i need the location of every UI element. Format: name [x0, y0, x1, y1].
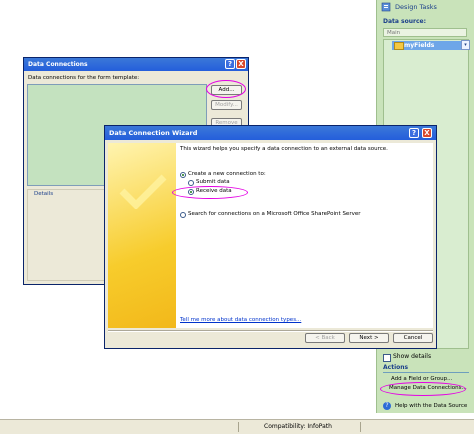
checkmark-icon [119, 174, 167, 209]
status-bar: Compatibility: InfoPath [0, 419, 474, 434]
status-divider [238, 422, 239, 432]
modify-button[interactable]: Modify... [211, 100, 242, 110]
actions-divider [383, 372, 469, 373]
help-icon[interactable]: ? [383, 402, 391, 410]
show-details-label[interactable]: Show details [393, 353, 431, 360]
dialog-title: Data Connections [28, 61, 88, 68]
sharepoint-search-radio[interactable] [180, 212, 186, 218]
dialog-titlebar[interactable]: Data Connections ? X [24, 58, 248, 71]
connections-list-label: Data connections for the form template: [28, 75, 140, 81]
data-source-select[interactable]: Main [383, 28, 467, 37]
close-button[interactable]: X [422, 128, 432, 138]
tell-me-more-link[interactable]: Tell me more about data connection types… [180, 317, 301, 323]
wizard-banner [108, 143, 176, 328]
wizard-title: Data Connection Wizard [109, 129, 198, 137]
wizard-intro: This wizard helps you specify a data con… [180, 146, 388, 152]
submit-data-radio[interactable] [188, 180, 194, 186]
status-divider [360, 422, 361, 432]
next-button[interactable]: Next > [349, 333, 389, 343]
submit-data-label[interactable]: Submit data [196, 179, 230, 185]
annotation-circle-manage [380, 382, 466, 396]
close-button[interactable]: X [236, 59, 246, 69]
sharepoint-search-label[interactable]: Search for connections on a Microsoft Of… [188, 211, 360, 217]
chevron-down-icon[interactable]: ▾ [461, 40, 470, 50]
folder-icon [394, 42, 404, 50]
wizard-content: This wizard helps you specify a data con… [176, 143, 433, 328]
data-source-label: Data source: [383, 18, 426, 25]
details-label: Details [32, 191, 56, 197]
help-button[interactable]: ? [225, 59, 235, 69]
wizard-titlebar[interactable]: Data Connection Wizard ? X [105, 126, 436, 140]
help-button[interactable]: ? [409, 128, 419, 138]
create-new-label[interactable]: Create a new connection to: [188, 171, 266, 177]
show-details-checkbox[interactable] [383, 354, 391, 362]
task-pane-title[interactable]: Design Tasks [395, 3, 437, 11]
create-new-radio[interactable] [180, 172, 186, 178]
data-connection-wizard-dialog: Data Connection Wizard ? X This wizard h… [104, 125, 437, 349]
annotation-circle-receive [172, 186, 248, 199]
actions-heading: Actions [383, 364, 409, 371]
cancel-button[interactable]: Cancel [393, 333, 433, 343]
compatibility-status: Compatibility: InfoPath [264, 423, 332, 430]
back-button[interactable]: < Back [305, 333, 345, 343]
annotation-circle-add [206, 80, 246, 98]
wizard-separator [108, 330, 433, 332]
help-data-source-link[interactable]: Help with the Data Source [395, 403, 467, 409]
design-tasks-icon[interactable] [381, 2, 391, 12]
